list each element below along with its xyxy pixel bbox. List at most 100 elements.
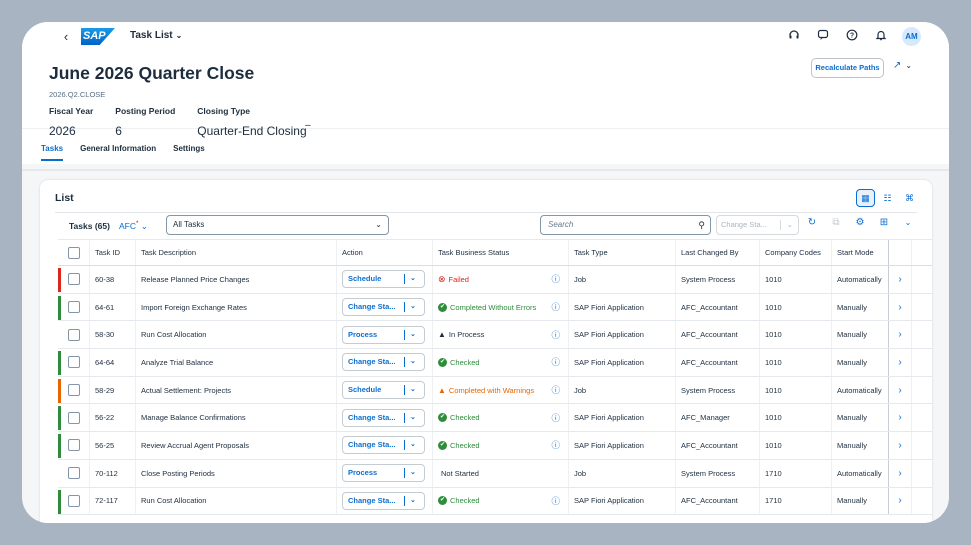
col-action[interactable]: Action [337, 240, 433, 265]
table-row[interactable]: 64-61 Import Foreign Exchange Rates Chan… [58, 293, 932, 322]
settings-icon[interactable]: ⚙ [853, 217, 867, 228]
info-icon[interactable]: ⓘ [551, 384, 560, 396]
action-menu-button[interactable]: Process ⌄ [342, 325, 425, 344]
row-checkbox[interactable] [67, 467, 80, 480]
info-icon[interactable]: ⓘ [551, 412, 560, 424]
share-menu-button[interactable]: ↗ ⌄ [893, 60, 912, 71]
company-code: 1010 [760, 293, 832, 321]
action-menu-button[interactable]: Schedule ⌄ [342, 270, 425, 289]
action-cell: Schedule ⌄ [337, 266, 433, 293]
info-icon[interactable]: ⓘ [551, 301, 560, 313]
info-icon[interactable]: ⓘ [551, 329, 560, 341]
row-highlight [58, 462, 61, 486]
row-checkbox[interactable] [67, 356, 80, 369]
info-icon[interactable]: ⓘ [551, 356, 560, 368]
info-icon[interactable]: ⓘ [551, 273, 560, 285]
table-row[interactable]: 58-29 Actual Settlement: Projects Schedu… [58, 376, 932, 405]
col-task-business-status[interactable]: Task Business Status [433, 240, 569, 265]
bell-icon[interactable] [873, 29, 889, 45]
headset-icon[interactable] [786, 29, 802, 45]
success-icon: ✔ [438, 302, 447, 312]
action-menu-button[interactable]: Process ⌄ [342, 464, 425, 483]
row-checkbox[interactable] [67, 301, 80, 314]
col-start-mode[interactable]: Start Mode [832, 240, 889, 265]
split-divider [404, 440, 405, 451]
status-badge: ✔ Checked [438, 440, 480, 450]
refresh-icon[interactable]: ↻ [805, 217, 819, 228]
col-last-changed-by[interactable]: Last Changed By [676, 240, 760, 265]
back-icon[interactable]: ‹ [58, 29, 74, 45]
info-icon[interactable]: ⓘ [551, 495, 560, 507]
table-row[interactable]: 56-25 Review Accrual Agent Proposals Cha… [58, 432, 932, 460]
chat-icon[interactable] [815, 29, 831, 45]
info-icon[interactable]: ⓘ [551, 439, 560, 451]
action-menu-button[interactable]: Change Sta... ⌄ [342, 298, 425, 317]
avatar[interactable]: AM [902, 27, 921, 46]
task-type: Job [569, 376, 676, 404]
table-row[interactable]: 56-22 Manage Balance Confirmations Chang… [58, 404, 932, 433]
table-row[interactable]: 60-38 Release Planned Price Changes Sche… [58, 266, 932, 294]
company-code: 1010 [760, 376, 832, 404]
row-checkbox[interactable] [67, 411, 80, 424]
app-title-menu[interactable]: Task List ⌄ [130, 30, 182, 41]
task-id: 58-29 [90, 376, 136, 404]
attr-label: Posting Period [115, 106, 176, 116]
tab-tasks[interactable]: Tasks [41, 144, 64, 161]
task-type: Job [569, 266, 676, 293]
action-label: Process [348, 468, 378, 478]
recalculate-paths-button[interactable]: Recalculate Paths [811, 58, 884, 78]
table-row[interactable]: 70-112 Close Posting Periods Process ⌄ N… [58, 459, 932, 488]
col-task-type[interactable]: Task Type [569, 240, 676, 265]
success-icon: ✔ [438, 357, 447, 367]
chevron-right-icon[interactable]: › [889, 266, 912, 293]
action-menu-button[interactable]: Change Sta... ⌄ [342, 436, 425, 455]
table-row[interactable]: 64-64 Analyze Trial Balance Change Sta..… [58, 349, 932, 377]
table-view-icon[interactable]: ▦ [856, 189, 875, 207]
network-view-icon[interactable]: ⌘ [900, 189, 919, 207]
chevron-right-icon[interactable]: › [889, 376, 912, 404]
action-menu-button[interactable]: Change Sta... ⌄ [342, 408, 425, 427]
row-checkbox[interactable] [67, 439, 80, 452]
chevron-right-icon[interactable]: › [889, 459, 912, 487]
status-badge: ✔ Checked [438, 413, 480, 423]
row-checkbox[interactable] [67, 328, 80, 341]
last-changed-by: AFC_Accountant [676, 321, 760, 349]
action-menu-button[interactable]: Change Sta... ⌄ [342, 353, 425, 372]
chevron-down-icon[interactable]: ⌄ [901, 218, 915, 227]
afc-variant-button[interactable]: AFC* ⌄ [119, 221, 148, 232]
chevron-right-icon[interactable]: › [889, 487, 912, 515]
table-row[interactable]: 58-30 Run Cost Allocation Process ⌄ ▲ In… [58, 321, 932, 350]
attr-label: Fiscal Year [49, 106, 94, 116]
row-select-cell [58, 487, 90, 515]
header-attributes: Fiscal Year 2026 Posting Period 6 Closin… [49, 106, 329, 138]
search-input[interactable]: Search ⚲ [540, 215, 711, 235]
task-id: 64-61 [90, 293, 136, 321]
row-checkbox[interactable] [67, 273, 80, 286]
col-task-description[interactable]: Task Description [136, 240, 337, 265]
row-checkbox[interactable] [67, 384, 80, 397]
action-menu-button[interactable]: Change Sta... ⌄ [342, 491, 425, 510]
task-filter-select[interactable]: All Tasks ⌄ [166, 215, 389, 235]
select-all-checkbox[interactable] [67, 246, 80, 259]
company-code: 1710 [760, 459, 832, 487]
help-icon[interactable]: ? [844, 29, 860, 45]
attr-closing-type: Closing Type Quarter-End Closing [197, 106, 306, 138]
sap-logo[interactable]: SAP [81, 28, 115, 45]
chevron-right-icon[interactable]: › [889, 349, 912, 376]
chevron-right-icon[interactable]: › [889, 432, 912, 459]
hierarchy-view-icon[interactable]: ☷ [878, 189, 897, 207]
action-cell: Schedule ⌄ [337, 376, 433, 404]
status-cell: ✔ Checked ⓘ [433, 432, 569, 459]
chevron-right-icon[interactable]: › [889, 404, 912, 432]
chevron-right-icon[interactable]: › [889, 321, 912, 349]
chevron-right-icon[interactable]: › [889, 293, 912, 321]
table-row[interactable]: 72-117 Run Cost Allocation Change Sta...… [58, 487, 932, 516]
tab-general-information[interactable]: General Information [80, 144, 156, 161]
col-company-codes[interactable]: Company Codes [760, 240, 832, 265]
action-menu-button[interactable]: Schedule ⌄ [342, 381, 425, 400]
tab-settings[interactable]: Settings [173, 144, 205, 161]
row-checkbox[interactable] [67, 494, 80, 507]
col-task-id[interactable]: Task ID [90, 240, 136, 265]
export-icon[interactable]: ⊞ [877, 217, 891, 228]
search-icon[interactable]: ⚲ [698, 216, 705, 234]
